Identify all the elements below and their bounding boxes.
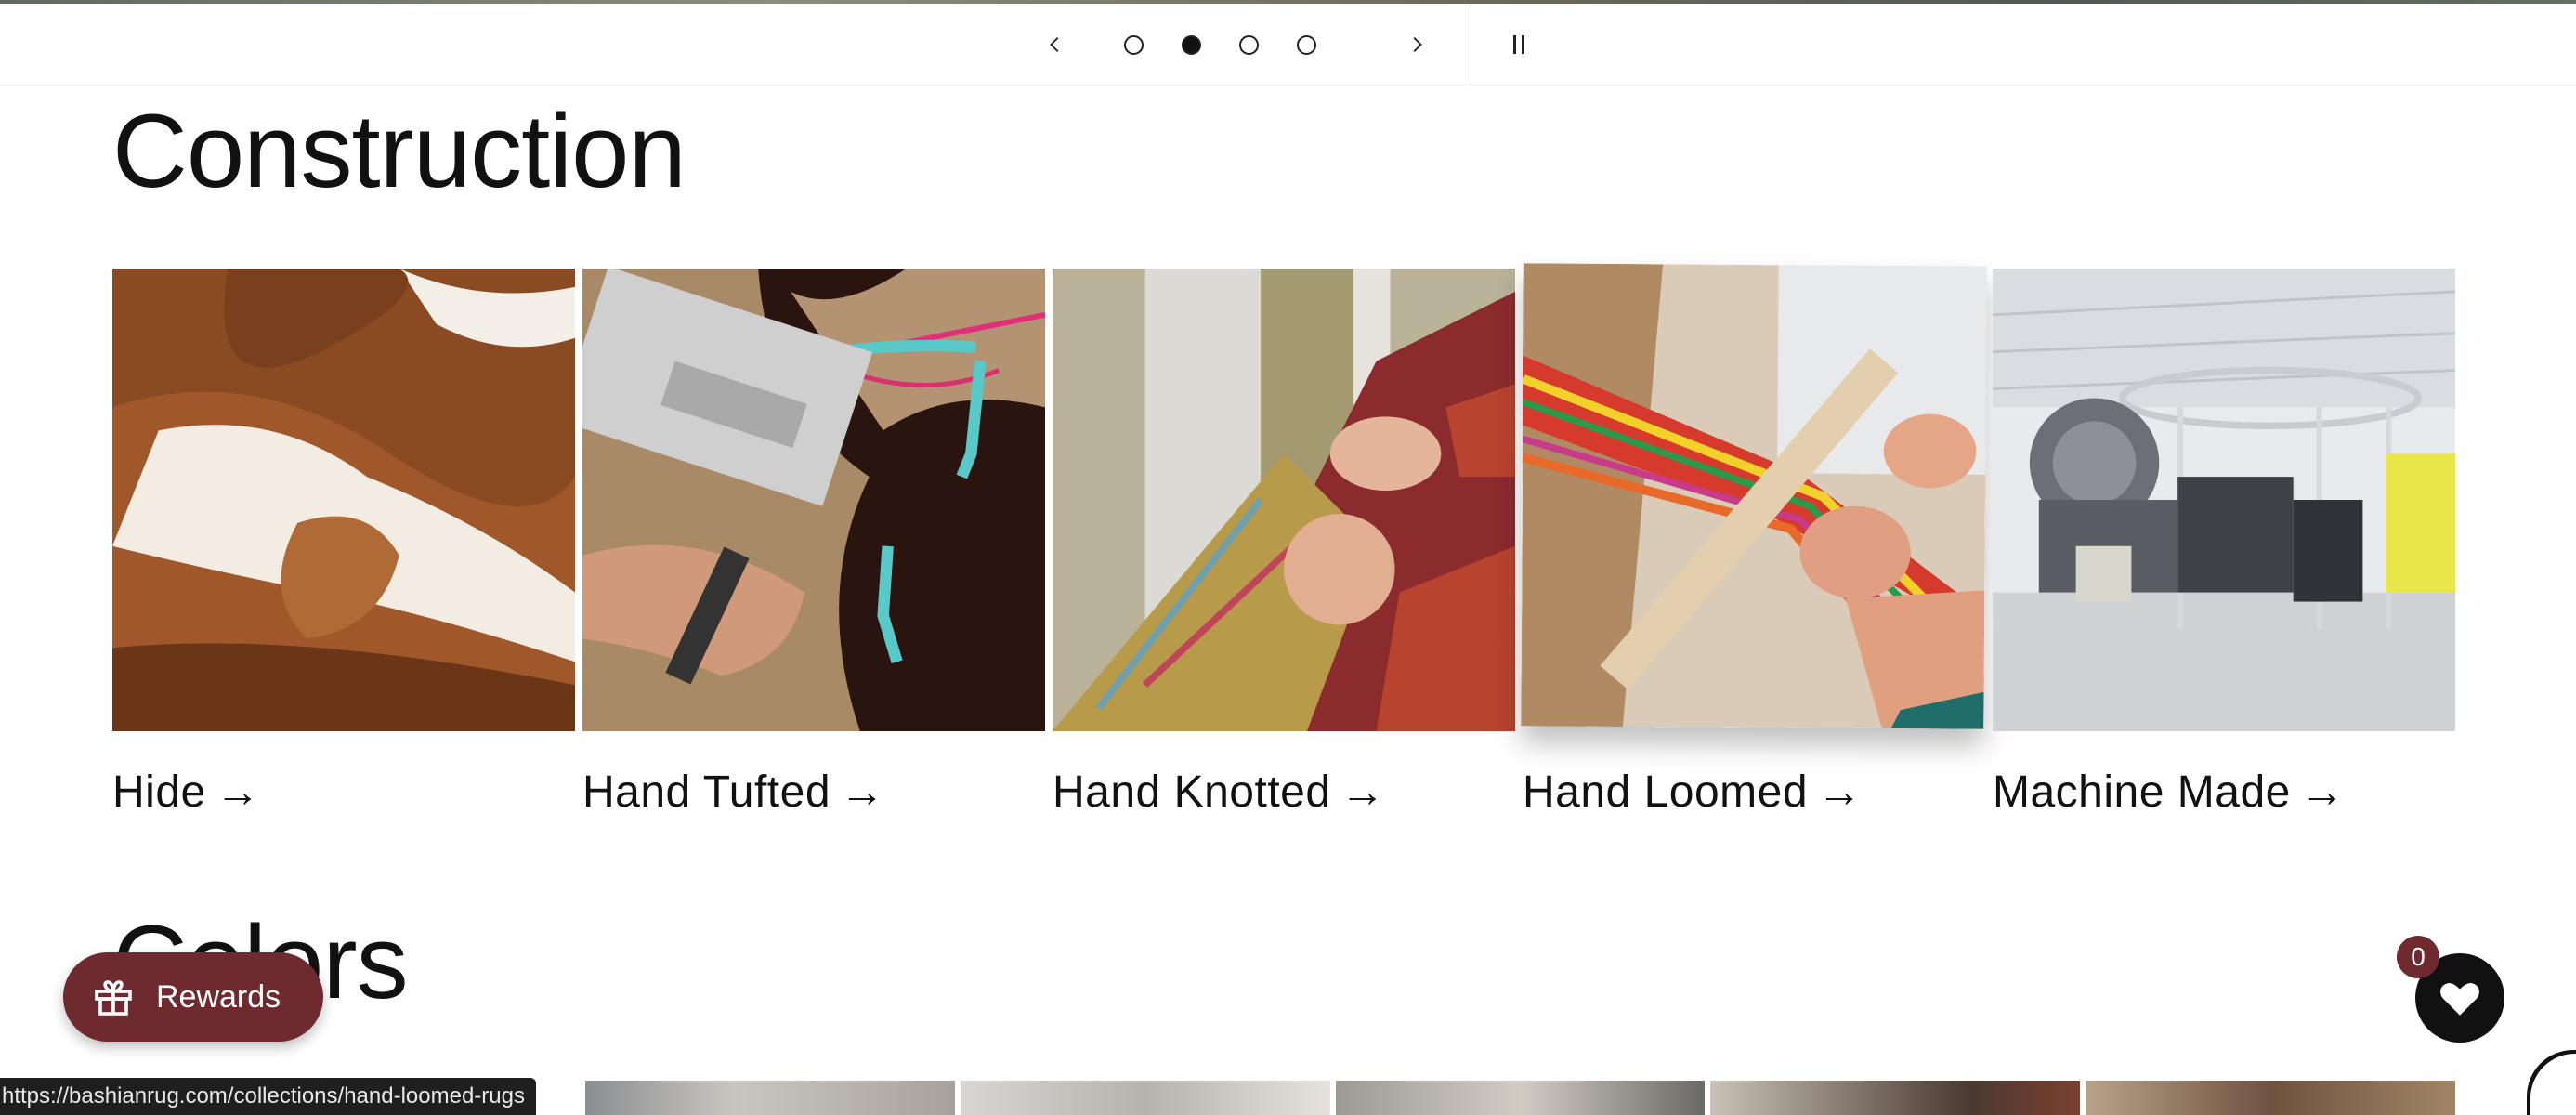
- chevron-right-icon: [1413, 37, 1422, 52]
- slideshow-controls: [0, 4, 2576, 85]
- pause-slideshow-button[interactable]: [1496, 4, 1542, 85]
- slide-dot-1[interactable]: [1124, 34, 1144, 55]
- construction-card-hand-loomed[interactable]: Hand Loomed →: [1521, 263, 1987, 818]
- slide-dot-4[interactable]: [1297, 34, 1316, 55]
- color-card-preview[interactable]: [1335, 1081, 1706, 1115]
- construction-card-machine-made[interactable]: Machine Made →: [1993, 269, 2455, 818]
- wishlist-count-badge: 0: [2397, 936, 2439, 978]
- arrow-right-icon: →: [1340, 767, 1386, 817]
- card-label: Hide: [112, 767, 206, 817]
- heart-icon: [2440, 983, 2479, 1016]
- hand-loomed-image: [1521, 263, 1987, 729]
- hand-tufted-image: [582, 269, 1045, 731]
- arrow-right-icon: →: [2299, 767, 2346, 817]
- slide-dot-3[interactable]: [1239, 34, 1259, 55]
- arrow-right-icon: →: [215, 767, 261, 817]
- slide-dot-2[interactable]: [1182, 34, 1201, 55]
- rewards-label: Rewards: [156, 978, 281, 1015]
- construction-card-hand-tufted[interactable]: Hand Tufted →: [582, 269, 1045, 818]
- pause-icon: [1513, 35, 1516, 54]
- construction-heading: Construction: [112, 93, 686, 209]
- rewards-button[interactable]: Rewards: [63, 952, 323, 1042]
- card-label: Hand Tufted: [582, 767, 831, 817]
- color-card-preview[interactable]: [585, 1081, 955, 1115]
- arrow-right-icon: →: [1817, 767, 1863, 817]
- construction-card-hand-knotted[interactable]: Hand Knotted →: [1053, 269, 1515, 818]
- link-preview-status: https://bashianrug.com/collections/hand-…: [0, 1078, 536, 1115]
- color-card-preview[interactable]: [1710, 1081, 2081, 1115]
- arrow-right-icon: →: [840, 767, 885, 817]
- card-label: Machine Made: [1993, 767, 2291, 817]
- construction-card-hide[interactable]: Hide →: [112, 269, 575, 818]
- colors-grid-preview: [585, 1081, 2455, 1115]
- hide-image: [112, 269, 575, 731]
- slide-dots: [1124, 4, 1316, 85]
- page-corner: [2527, 1050, 2576, 1115]
- hand-knotted-image: [1053, 269, 1515, 731]
- next-slide-button[interactable]: [1389, 4, 1445, 85]
- chevron-left-icon: [1050, 37, 1059, 52]
- card-label: Hand Knotted: [1053, 767, 1331, 817]
- color-card-preview[interactable]: [960, 1081, 1330, 1115]
- card-label: Hand Loomed: [1523, 767, 1809, 817]
- machine-made-image: [1993, 269, 2455, 731]
- color-card-preview[interactable]: [2086, 1081, 2455, 1115]
- gift-icon: [95, 980, 132, 1016]
- previous-slide-button[interactable]: [1027, 4, 1083, 85]
